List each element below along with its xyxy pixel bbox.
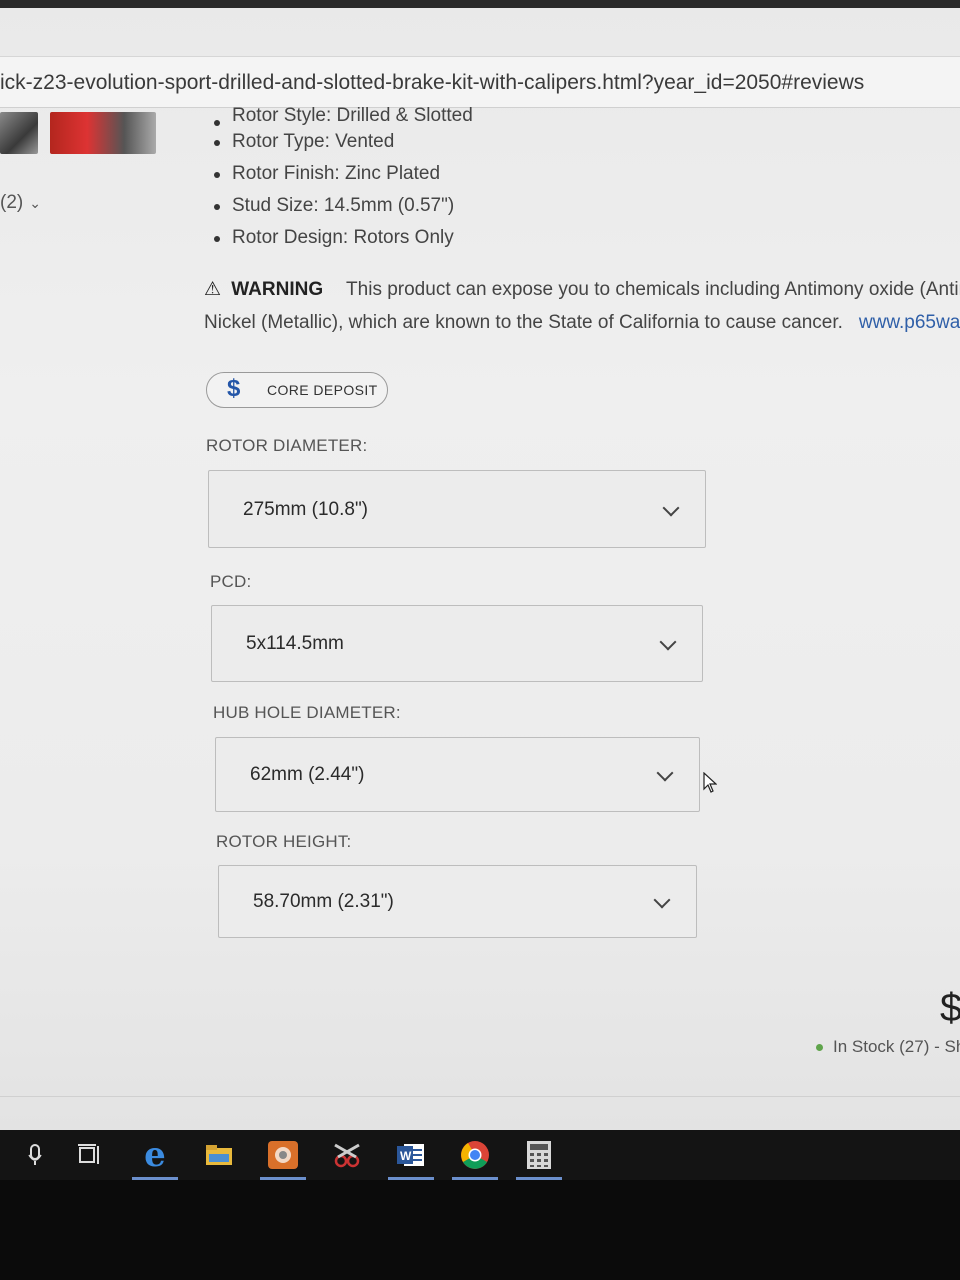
windows-taskbar: e W — [0, 1130, 960, 1180]
monitor-bezel — [0, 1180, 960, 1280]
word-icon[interactable]: W — [386, 1130, 436, 1180]
svg-text:W: W — [400, 1149, 412, 1163]
rotor-height-label: ROTOR HEIGHT: — [216, 832, 352, 851]
stock-text: In Stock (27) - Sh — [833, 1037, 960, 1056]
edge-icon[interactable]: e — [130, 1130, 180, 1180]
prop65-warning-continued: Nickel (Metallic), which are known to th… — [204, 312, 960, 334]
window-top-edge — [0, 0, 960, 8]
spec-item: Rotor Type: Vented — [214, 126, 473, 158]
spec-item: Stud Size: 14.5mm (0.57") — [214, 190, 473, 222]
spec-list: Rotor Style: Drilled & Slotted Rotor Typ… — [214, 100, 473, 254]
rotor-diameter-select[interactable]: 275mm (10.8") — [208, 470, 706, 548]
chevron-down-icon — [662, 499, 680, 517]
spec-item: Rotor Design: Rotors Only — [214, 222, 473, 254]
core-deposit-button[interactable]: $ CORE DEPOSIT — [206, 372, 388, 408]
price: $ — [940, 986, 960, 1030]
chevron-down-icon — [659, 633, 677, 651]
warning-label: WARNING — [231, 279, 324, 300]
snipping-tool-icon[interactable] — [322, 1130, 372, 1180]
rotor-height-value: 58.70mm (2.31") — [253, 891, 394, 912]
stock-status: In Stock (27) - Sh — [816, 1037, 960, 1057]
p65-warnings-link[interactable]: www.p65warning — [859, 312, 960, 333]
pcd-label: PCD: — [210, 572, 252, 591]
pcd-value: 5x114.5mm — [246, 633, 344, 654]
spec-item: Rotor Style: Drilled & Slotted — [214, 106, 473, 126]
chevron-down-icon — [656, 764, 674, 782]
microphone-icon[interactable] — [10, 1130, 60, 1180]
chevron-down-icon: ⌄ — [29, 195, 41, 211]
chrome-icon[interactable] — [450, 1130, 500, 1180]
review-count: (2) — [0, 192, 24, 213]
warning-text-line2: Nickel (Metallic), which are known to th… — [204, 312, 843, 333]
pcd-select[interactable]: 5x114.5mm — [211, 605, 703, 682]
product-thumbnail[interactable] — [0, 112, 38, 154]
warning-text-line1: This product can expose you to chemicals… — [346, 279, 960, 300]
hub-hole-diameter-select[interactable]: 62mm (2.44") — [215, 737, 700, 812]
camera-app-icon[interactable] — [258, 1130, 308, 1180]
url-text[interactable]: ick-z23-evolution-sport-drilled-and-slot… — [0, 71, 864, 95]
spec-item: Rotor Finish: Zinc Plated — [214, 158, 473, 190]
address-bar[interactable]: ick-z23-evolution-sport-drilled-and-slot… — [0, 56, 960, 108]
rotor-diameter-label: ROTOR DIAMETER: — [206, 436, 368, 455]
rotor-height-select[interactable]: 58.70mm (2.31") — [218, 865, 697, 938]
browser-window: ick-z23-evolution-sport-drilled-and-slot… — [0, 0, 960, 1130]
dollar-icon: $ — [227, 375, 241, 402]
task-view-icon[interactable] — [65, 1130, 115, 1180]
hub-hole-diameter-value: 62mm (2.44") — [250, 764, 365, 785]
rotor-diameter-value: 275mm (10.8") — [243, 499, 369, 520]
hub-hole-diameter-label: HUB HOLE DIAMETER: — [213, 703, 401, 722]
in-stock-dot-icon — [816, 1044, 823, 1052]
file-explorer-icon[interactable] — [194, 1130, 244, 1180]
prop65-warning: ⚠ WARNING This product can expose you to… — [204, 278, 960, 301]
calculator-icon[interactable] — [514, 1130, 564, 1180]
warning-triangle-icon: ⚠ — [204, 279, 222, 300]
mouse-cursor-icon — [703, 772, 717, 793]
product-thumbnail-caliper[interactable] — [50, 112, 156, 154]
review-count-dropdown[interactable]: (2) ⌄ — [0, 192, 41, 214]
chevron-down-icon — [653, 891, 671, 909]
core-deposit-label: CORE DEPOSIT — [267, 382, 378, 398]
divider — [0, 1096, 960, 1097]
